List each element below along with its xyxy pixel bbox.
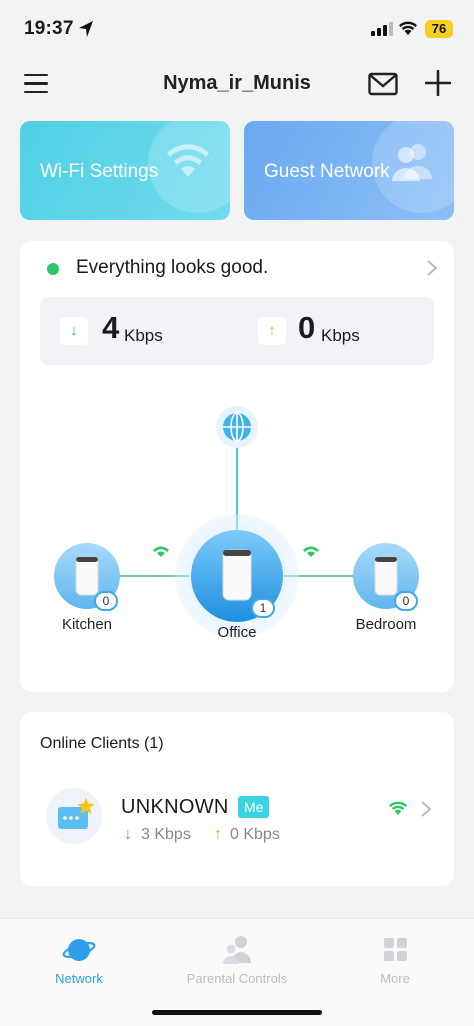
tab-more[interactable]: More: [335, 935, 455, 986]
cellular-signal-icon: [371, 22, 393, 36]
client-row[interactable]: UNKNOWN Me ↓ 3 Kbps ↑ 0 Kbps: [20, 776, 454, 866]
internet-globe-icon: [216, 406, 258, 448]
kitchen-link-wifi-icon: [153, 546, 169, 557]
client-chevron-right-icon[interactable]: [420, 800, 432, 818]
kitchen-client-count: 0: [94, 591, 118, 611]
client-wifi-icon: [389, 801, 407, 815]
bedroom-label[interactable]: Bedroom: [336, 616, 436, 633]
network-title: Nyma_ir_Munis: [163, 72, 311, 94]
tab-network-label: Network: [55, 971, 103, 986]
bedroom-link-wifi-icon: [303, 546, 319, 557]
status-time: 19:37: [24, 18, 74, 39]
online-clients-title: Online Clients (1): [40, 735, 164, 752]
plus-icon[interactable]: [425, 70, 451, 96]
home-indicator: [152, 1010, 322, 1015]
tab-parental-controls-label: Parental Controls: [186, 971, 288, 986]
wifi-settings-card[interactable]: Wi-Fi Settings: [20, 121, 230, 220]
guest-users-icon: [392, 144, 432, 181]
office-client-count: 1: [251, 598, 275, 618]
unknown-device-icon: [58, 798, 95, 829]
online-clients-card: Online Clients (1) UNKNOWN Me ↓ 3 Kbps ↑…: [20, 712, 454, 886]
mail-icon[interactable]: [368, 72, 398, 96]
client-download-speed: 3 Kbps: [141, 826, 191, 843]
tab-network[interactable]: Network: [19, 935, 139, 986]
network-planet-icon: [62, 939, 96, 961]
guest-network-label: Guest Network: [264, 161, 390, 182]
app-header: Nyma_ir_Munis: [0, 62, 474, 108]
wifi-status-icon: [399, 21, 417, 35]
tab-more-label: More: [380, 971, 410, 986]
status-bar: 19:37 76: [0, 0, 474, 58]
parental-controls-icon: [223, 936, 251, 964]
bedroom-client-count: 0: [394, 591, 418, 611]
kitchen-label[interactable]: Kitchen: [37, 616, 137, 633]
location-arrow-icon: [79, 21, 93, 37]
client-upload-speed: 0 Kbps: [230, 826, 280, 843]
wifi-icon: [167, 144, 209, 177]
client-device-avatar: [46, 788, 102, 844]
network-overview-card: Everything looks good. ↓ 4 Kbps ↑ 0 Kbps: [20, 241, 454, 692]
guest-network-card[interactable]: Guest Network: [244, 121, 454, 220]
battery-indicator: 76: [425, 20, 453, 38]
client-download-arrow-icon: ↓: [124, 826, 132, 843]
me-badge: Me: [238, 796, 270, 818]
wifi-settings-label: Wi-Fi Settings: [40, 161, 159, 182]
office-node: [175, 514, 299, 638]
office-label[interactable]: Office: [187, 624, 287, 641]
client-name: UNKNOWN: [121, 796, 229, 818]
more-grid-icon: [384, 938, 407, 961]
client-upload-arrow-icon: ↑: [214, 826, 222, 843]
tab-parental-controls[interactable]: Parental Controls: [177, 935, 297, 986]
